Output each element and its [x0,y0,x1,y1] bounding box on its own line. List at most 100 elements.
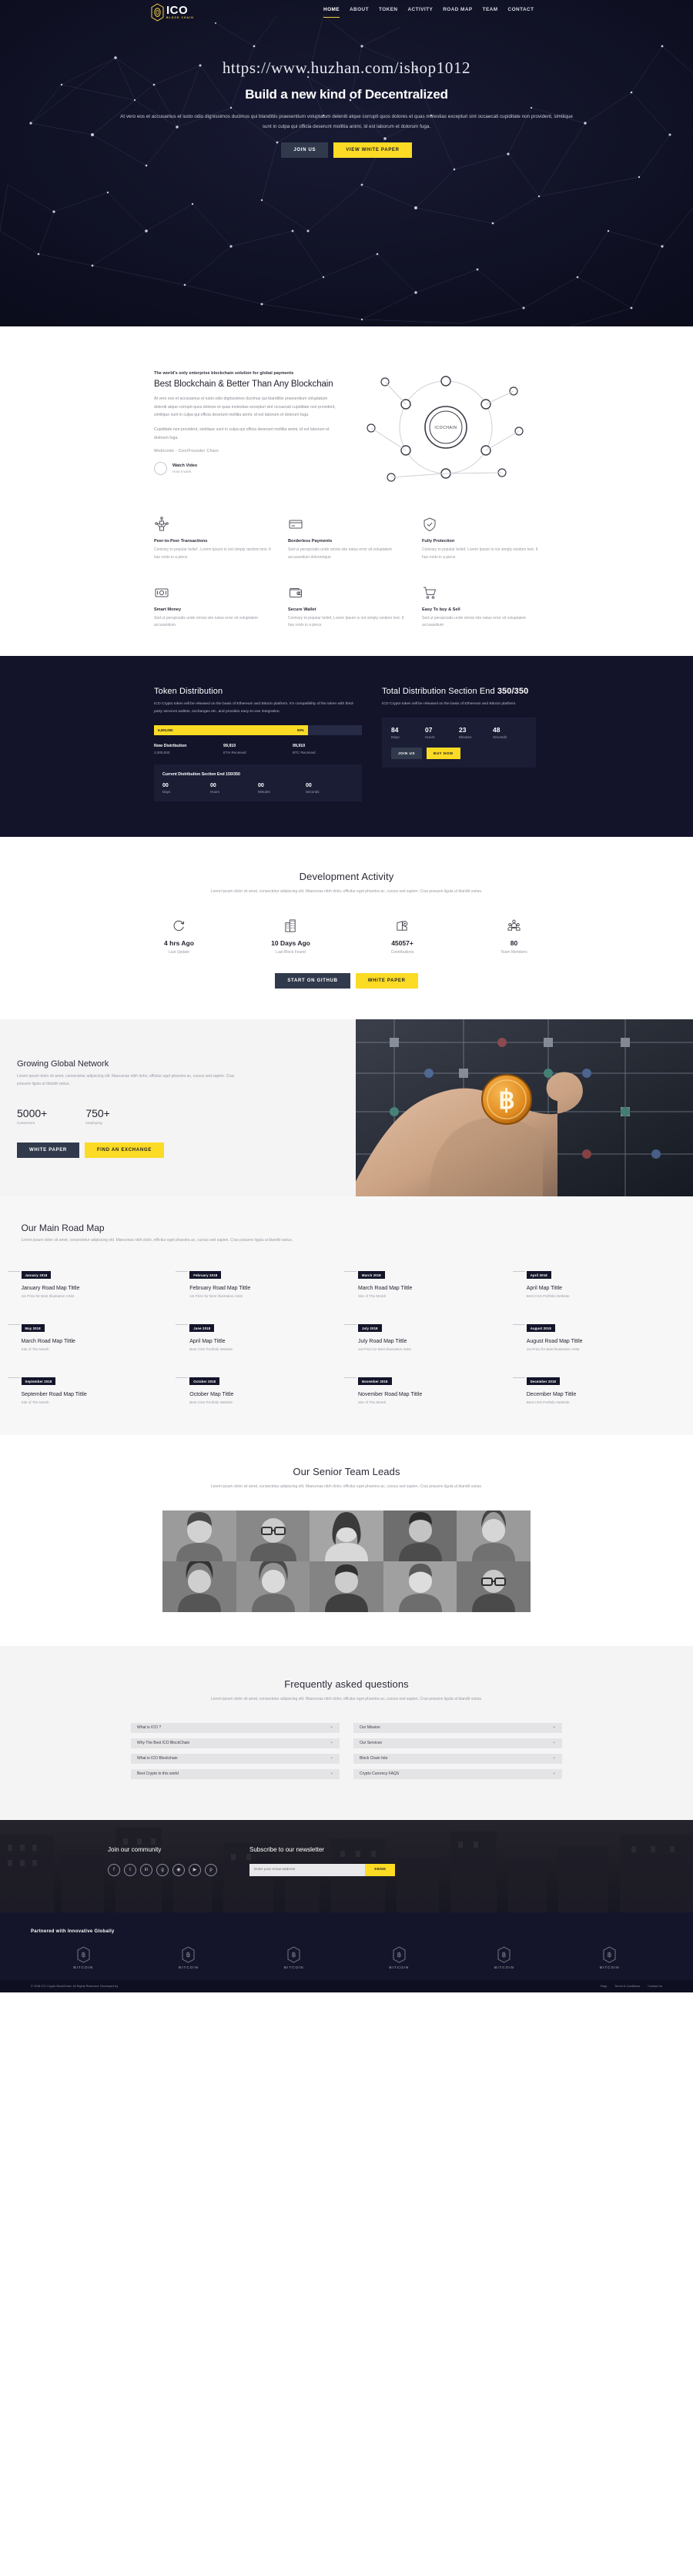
team-member-photo[interactable] [310,1561,383,1612]
footer-link-faqs[interactable]: Faqs [601,1985,607,1988]
partner-logo[interactable]: ฿ BITCOIN [179,1946,199,1969]
hero-section: ICO BLOCK CHAIN HOME ABOUT TOKEN ACTIVIT… [0,0,693,326]
blockchain-paragraph-1: At vero eos et accusamus et iusto odio d… [154,396,336,418]
chevron-down-icon: ⌄ [330,1755,333,1761]
team-member-photo[interactable] [162,1510,236,1561]
nav-item-roadmap[interactable]: ROAD MAP [443,7,472,15]
total-distribution-right: Total Distribution Section End 350/350 I… [382,687,536,801]
nav-item-home[interactable]: HOME [323,7,340,18]
growing-network-section: Growing Global Network Lorem ipsum dolor… [0,1019,693,1197]
google-icon[interactable]: g [156,1863,169,1876]
team-member-photo[interactable] [236,1561,310,1612]
footer-link-contact[interactable]: Contact Us [648,1985,662,1988]
instagram-icon[interactable]: ◉ [172,1863,185,1876]
team-member-photo[interactable] [310,1510,383,1561]
partner-name: BITCOIN [599,1965,620,1969]
brand-logo[interactable]: ICO BLOCK CHAIN [151,3,194,22]
roadmap-badge: March 2018 [358,1271,385,1280]
main-nav: HOME ABOUT TOKEN ACTIVITY ROAD MAP TEAM … [323,7,534,18]
partner-name: BITCOIN [73,1965,94,1969]
roadmap-badge: October 2018 [189,1377,220,1386]
nav-item-team[interactable]: TEAM [483,7,498,15]
token-buy-now-button[interactable]: BUY NOW [426,747,460,759]
nav-item-contact[interactable]: CONTACT [508,7,534,15]
navbar: ICO BLOCK CHAIN HOME ABOUT TOKEN ACTIVIT… [0,0,693,28]
stat-btc-received: 99,910 BTC Received [293,744,362,754]
token-join-us-button[interactable]: JOIN US [391,747,422,759]
nav-item-activity[interactable]: ACTIVITY [407,7,433,15]
team-member-photo[interactable] [162,1561,236,1612]
faq-question: Block Chain Into [360,1756,388,1761]
svg-text:฿: ฿ [608,1951,612,1959]
bitcoin-hexagon-icon: ฿ [498,1946,511,1963]
roadmap-title: January Road Map Tittle [21,1285,80,1291]
newsletter-block: Subscribe to our newsletter SEND [249,1846,396,1876]
partner-logo[interactable]: ฿ BITCOIN [284,1946,304,1969]
countdown-number: 00 [306,783,312,789]
partner-logo[interactable]: ฿ BITCOIN [494,1946,514,1969]
youtube-icon[interactable]: ▶ [189,1863,201,1876]
faq-item[interactable]: Why The Best ICO BlockChain ⌄ [131,1738,340,1748]
blockchain-paragraph-2: Cupiditate non provident, similique sunt… [154,427,330,440]
partner-logo[interactable]: ฿ BITCOIN [73,1946,93,1969]
roadmap-badge: July 2018 [358,1324,382,1333]
feature-text: Sed ut perspiciatis unde omnis iste natu… [422,615,527,628]
dev-stat: 10 Days Ago Last Block Found [235,917,346,955]
faq-item[interactable]: Our Services ⌄ [353,1738,562,1748]
roadmap-card: January 2018 January Road Map Tittle 1st… [7,1266,175,1298]
partners-section: Partnered with Innovative Globally ฿ BIT… [0,1912,693,1980]
feature-card: Fully Protection Contrary to popular bel… [422,517,539,562]
footer-bar: © 2018 ICO Crypto BlockChain. All Rights… [0,1979,693,1992]
faq-item[interactable]: What is ICO ? ⌄ [131,1722,340,1733]
bitcoin-hand-image: ฿ [356,1019,693,1197]
faq-item[interactable]: Block Chain Into ⌄ [353,1753,562,1764]
dev-white-paper-button[interactable]: WHITE PAPER [355,973,418,989]
bitcoin-hexagon-icon: ฿ [603,1946,616,1963]
roadmap-title: September Road Map Tittle [21,1391,87,1397]
grow-white-paper-button[interactable]: WHITE PAPER [17,1142,79,1158]
watch-video-button[interactable]: Watch Video How it work [154,462,339,476]
countdown-unit: Days [391,734,400,739]
view-white-paper-button[interactable]: VIEW WHITE PAPER [333,142,412,159]
newsletter-send-button[interactable]: SEND [365,1863,396,1876]
faq-item[interactable]: Our Mission ⌄ [353,1722,562,1733]
roadmap-title: April Map Tittle [526,1285,563,1291]
team-member-photo[interactable] [236,1510,310,1561]
countdown-number: 00 [162,783,169,789]
footer-link-terms[interactable]: Terms & Conditions [614,1985,640,1988]
pinterest-icon[interactable]: p [205,1863,217,1876]
newsletter-email-input[interactable] [249,1863,365,1876]
team-member-photo[interactable] [383,1561,457,1612]
start-on-github-button[interactable]: START ON GITHUB [275,973,350,989]
feature-card: Borderless Payments Sed ut perspiciatis … [288,517,405,562]
team-member-photo[interactable] [457,1561,531,1612]
stat-value: BTC Received [293,751,316,755]
faq-item[interactable]: Crypto Currency FAQS ⌄ [353,1768,562,1779]
total-distribution-countdown: 84 Days 07 Hours 23 Minutes 48 Seconds J… [382,717,536,768]
partner-logo[interactable]: ฿ BITCOIN [389,1946,409,1969]
facebook-icon[interactable]: f [108,1863,120,1876]
join-us-button[interactable]: JOIN US [281,142,329,159]
roadmap-title: April Map Tittle [189,1338,226,1344]
team-member-photo[interactable] [383,1510,457,1561]
team-member-photo[interactable] [457,1510,531,1561]
stat-label: 99,910 [293,744,306,749]
countdown-unit: Hours [210,790,220,795]
team-section: Our Senior Team Leads Lorem ipsum dolor … [0,1434,693,1646]
find-an-exchange-button[interactable]: FIND AN EXCHANGE [84,1142,164,1158]
nav-item-about[interactable]: ABOUT [350,7,369,15]
feature-card: Smart Money Sed ut perspiciatis unde omn… [154,585,271,631]
roadmap-badge: December 2018 [526,1377,561,1386]
faq-item[interactable]: Best Crypto in this world ⌄ [131,1768,340,1779]
twitter-icon[interactable]: t [124,1863,136,1876]
partners-heading: Partnered with Innovative Globally [31,1929,115,1934]
linkedin-icon[interactable]: in [140,1863,152,1876]
nav-item-token[interactable]: TOKEN [379,7,398,15]
dev-stat: 45057+ Contributions [346,917,458,955]
roadmap-title: July Road Map Tittle [358,1338,407,1344]
hero-buttons: JOIN US VIEW WHITE PAPER [0,142,693,159]
partner-logo[interactable]: ฿ BITCOIN [600,1946,620,1969]
faq-item[interactable]: What is ICO Blockchain ⌄ [131,1753,340,1764]
partner-name: BITCOIN [179,1965,199,1969]
roadmap-badge: April 2018 [526,1271,551,1280]
